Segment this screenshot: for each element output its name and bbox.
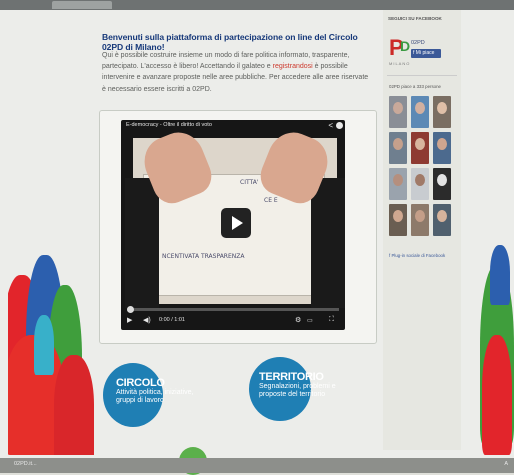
fan-avatar[interactable]: [433, 96, 451, 128]
facebook-page-name[interactable]: 02PD: [411, 40, 425, 46]
section-circles: CIRCOLO Attività politica, iniziative, g…: [93, 355, 381, 475]
fan-avatar[interactable]: [411, 96, 429, 128]
fans-count: 02PD piace a 333 persone: [389, 84, 441, 89]
crowd-art-left: [8, 245, 94, 455]
video-time: 0:00 / 1:01: [159, 317, 185, 323]
register-link[interactable]: registrandosi: [273, 63, 313, 70]
fan-avatar[interactable]: [389, 168, 407, 200]
fan-avatar[interactable]: [433, 204, 451, 236]
pd-logo: P D MILANO: [389, 35, 411, 67]
video-title[interactable]: E-democracy - Oltre il diritto di voto: [126, 122, 212, 128]
fan-avatar[interactable]: [433, 168, 451, 200]
fan-avatar[interactable]: [433, 132, 451, 164]
play-button[interactable]: [221, 208, 251, 238]
intro-text: Qui è possibile costruire insieme un mod…: [102, 52, 369, 93]
fan-avatar[interactable]: [411, 168, 429, 200]
sidebar: SEGUICI SU FACEBOOK P D MILANO 02PD f Mi…: [383, 10, 461, 450]
main-content: Benvenuti sulla piattaforma di partecipa…: [93, 10, 381, 475]
sidebar-header: SEGUICI SU FACEBOOK: [388, 16, 442, 21]
facebook-plugin-link[interactable]: f Plug-in sociale di Facebook: [389, 253, 445, 258]
video-card: E-democracy - Oltre il diritto di voto <…: [99, 110, 377, 344]
sleeve-left: [125, 178, 159, 308]
facebook-box: P D MILANO 02PD f Mi piace: [387, 27, 457, 76]
video-progress-bar[interactable]: [127, 306, 339, 313]
status-bar: 02PD.it... A: [0, 458, 514, 473]
video-frame: CITTA' CE E NCENTIVATA TRASPARENZA: [125, 125, 345, 308]
gear-icon[interactable]: ⚙: [295, 316, 301, 324]
fan-avatar[interactable]: [411, 204, 429, 236]
status-left: 02PD.it...: [14, 461, 37, 467]
circolo-link[interactable]: CIRCOLO Attività politica, iniziative, g…: [116, 377, 236, 405]
volume-icon[interactable]: ◀): [143, 316, 151, 324]
status-right: A: [504, 461, 508, 467]
like-button[interactable]: f Mi piace: [411, 49, 441, 58]
crowd-art-right: [480, 245, 514, 455]
video-player[interactable]: E-democracy - Oltre il diritto di voto <…: [121, 120, 345, 330]
territorio-link[interactable]: TERRITORIO Segnalazioni, problemi e prop…: [259, 371, 379, 399]
video-controls: ▶ ◀) 0:00 / 1:01 ⚙ ▭ ⛶: [125, 315, 341, 327]
fan-avatar[interactable]: [411, 132, 429, 164]
youtube-icon[interactable]: ▭: [307, 317, 313, 324]
share-icon[interactable]: <: [328, 121, 333, 130]
page-title: Benvenuti sulla piattaforma di partecipa…: [102, 32, 358, 52]
fan-avatar[interactable]: [389, 96, 407, 128]
fullscreen-icon[interactable]: ⛶: [329, 316, 334, 324]
fan-avatar[interactable]: [389, 204, 407, 236]
browser-tab[interactable]: [52, 1, 112, 9]
play-icon[interactable]: ▶: [127, 316, 132, 324]
sleeve-right: [311, 178, 345, 308]
fan-avatar[interactable]: [389, 132, 407, 164]
progress-handle[interactable]: [127, 306, 134, 313]
browser-tab-bar: [0, 0, 514, 10]
info-icon[interactable]: [336, 122, 343, 129]
